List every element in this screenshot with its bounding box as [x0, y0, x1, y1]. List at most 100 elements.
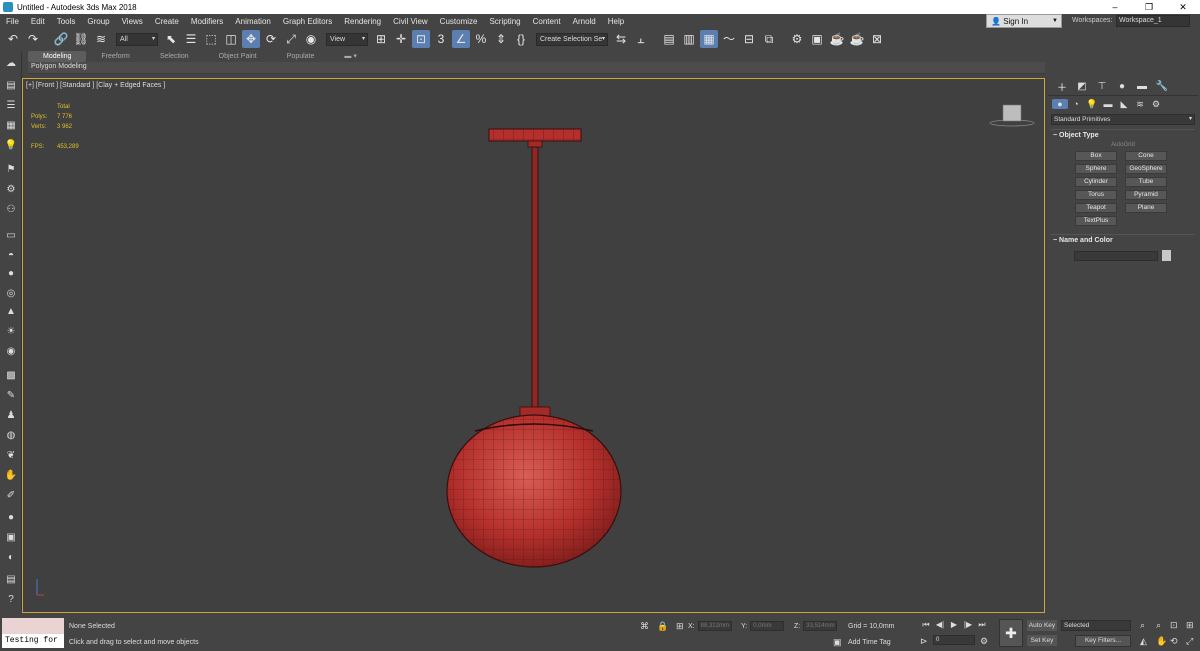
hand-icon[interactable]: ✋	[3, 468, 19, 482]
menu-tools[interactable]: Tools	[51, 17, 82, 26]
zoom-extents-all-icon[interactable]: ⊞	[1186, 620, 1194, 631]
systems-icon[interactable]: ⚙	[1148, 99, 1164, 110]
sign-in-dropdown[interactable]: 👤 Sign In ▼	[986, 14, 1062, 28]
rendered-frame-window-icon[interactable]: ▣	[808, 30, 826, 48]
undo-icon[interactable]: ↶	[4, 30, 22, 48]
align-icon[interactable]: ⫠	[632, 30, 650, 48]
link-icon[interactable]: 🔗	[52, 30, 70, 48]
panel-icon[interactable]: ▤	[3, 572, 19, 586]
menu-group[interactable]: Group	[81, 17, 115, 26]
tab-modeling[interactable]: Modeling	[28, 51, 87, 62]
object-name-field[interactable]	[1074, 250, 1158, 261]
ball-icon[interactable]: ●	[3, 510, 19, 524]
rotate-icon[interactable]: ⟳	[262, 30, 280, 48]
camera-icon[interactable]: ⚑	[3, 162, 19, 176]
helpers-icon[interactable]: ◣	[1116, 99, 1132, 110]
zoom-icon[interactable]: ⌕	[1140, 620, 1145, 631]
menu-content[interactable]: Content	[527, 17, 567, 26]
workspace-dropdown[interactable]: Workspace_1	[1116, 15, 1190, 27]
close-button[interactable]: ✕	[1166, 2, 1200, 13]
selection-filter-dropdown[interactable]: All	[116, 32, 158, 46]
grid-icon[interactable]: ▦	[3, 118, 19, 132]
scale-icon[interactable]: ⤢	[282, 30, 300, 48]
zoom-all-icon[interactable]: ⌕	[1156, 620, 1161, 631]
orbit-icon[interactable]: ⟲	[1170, 636, 1178, 647]
layer-icon[interactable]: ▤	[3, 78, 19, 92]
primitive-category-dropdown[interactable]: Standard Primitives	[1051, 114, 1195, 125]
curve-editor-icon[interactable]: 〜	[720, 30, 738, 48]
toggle-ribbon-icon[interactable]: ▦	[700, 30, 718, 48]
textplus-button[interactable]: TextPlus	[1075, 216, 1117, 226]
named-selection-dropdown[interactable]: Create Selection Se	[536, 32, 608, 46]
minimize-button[interactable]: –	[1098, 2, 1132, 13]
menu-edit[interactable]: Edit	[25, 17, 51, 26]
time-config-icon[interactable]: ⚙	[980, 636, 988, 647]
checker-icon[interactable]: ▩	[3, 368, 19, 382]
angle-snap-icon[interactable]: ∠	[452, 30, 470, 48]
snap-3d-icon[interactable]: 3	[432, 30, 450, 48]
help-icon[interactable]: ?	[3, 592, 19, 606]
box-button[interactable]: Box	[1075, 151, 1117, 161]
play-icon[interactable]: ▶	[947, 620, 961, 630]
maximize-viewport-icon[interactable]: ⤢	[1186, 636, 1193, 647]
y-field[interactable]: 0,0mm	[750, 621, 785, 631]
prev-frame-icon[interactable]: ◀|	[933, 620, 947, 630]
display-tab-icon[interactable]: ▬	[1132, 81, 1152, 92]
maxscript-mini-listener[interactable]: Testing for :	[2, 634, 64, 648]
box-icon[interactable]: ▭	[3, 228, 19, 242]
current-frame-field[interactable]: 0	[933, 635, 975, 645]
geometry-icon[interactable]: ●	[1052, 99, 1068, 109]
hierarchy-tab-icon[interactable]: ⊤	[1092, 81, 1112, 92]
menu-arnold[interactable]: Arnold	[567, 17, 602, 26]
menu-animation[interactable]: Animation	[229, 17, 277, 26]
render-setup-icon[interactable]: ⚙	[788, 30, 806, 48]
lights-icon[interactable]: 💡	[1084, 99, 1100, 110]
cameras-icon[interactable]: ▬	[1100, 99, 1116, 109]
tab-object-paint[interactable]: Object Paint	[204, 51, 272, 62]
pan-icon[interactable]: ✋	[1156, 636, 1167, 647]
motion-tab-icon[interactable]: ●	[1112, 81, 1132, 92]
menu-civil-view[interactable]: Civil View	[387, 17, 434, 26]
manipulate-icon[interactable]: ✛	[392, 30, 410, 48]
material-editor-icon[interactable]: ⧉	[760, 30, 778, 48]
render-icon[interactable]: ◐	[3, 550, 19, 564]
scene-explorer-icon[interactable]: ▤	[660, 30, 678, 48]
fill-icon[interactable]: ▣	[3, 530, 19, 544]
menu-graph-editors[interactable]: Graph Editors	[277, 17, 338, 26]
percent-snap-icon[interactable]: %	[472, 30, 490, 48]
pyramid-button[interactable]: Pyramid	[1125, 190, 1167, 200]
plane-button[interactable]: Plane	[1125, 203, 1167, 213]
helper-icon[interactable]: ⚙	[3, 182, 19, 196]
spacewarp-icon[interactable]: ⚇	[3, 202, 19, 216]
menu-scripting[interactable]: Scripting	[483, 17, 526, 26]
menu-help[interactable]: Help	[602, 17, 630, 26]
maxscript-listener-output[interactable]	[2, 618, 64, 634]
ribbon-sub-label[interactable]: Polygon Modeling	[31, 63, 87, 70]
object-type-rollout[interactable]: − Object Type	[1051, 129, 1195, 141]
place-icon[interactable]: ◉	[302, 30, 320, 48]
spinner-snap-icon[interactable]: ⇕	[492, 30, 510, 48]
globe-icon[interactable]: ◍	[3, 428, 19, 442]
utilities-tab-icon[interactable]: 🔧	[1152, 81, 1172, 92]
add-time-tag[interactable]: Add Time Tag	[848, 639, 891, 646]
menu-customize[interactable]: Customize	[434, 17, 484, 26]
absolute-mode-icon[interactable]: ⊞	[676, 621, 684, 632]
goto-start-icon[interactable]: ⏮	[919, 620, 933, 630]
schematic-view-icon[interactable]: ⊟	[740, 30, 758, 48]
x-field[interactable]: 88,312mm	[697, 621, 732, 631]
front-viewport[interactable]: [+] [Front ] [Standard ] [Clay + Edged F…	[22, 78, 1045, 613]
set-keys-icon[interactable]: ✚	[999, 619, 1023, 647]
menu-views[interactable]: Views	[116, 17, 149, 26]
object-color-swatch[interactable]	[1162, 250, 1171, 261]
mirror-icon[interactable]: ⇆	[612, 30, 630, 48]
move-icon[interactable]: ✥	[242, 30, 260, 48]
geosphere-button[interactable]: GeoSphere	[1125, 164, 1167, 174]
sphere-button[interactable]: Sphere	[1075, 164, 1117, 174]
menu-modifiers[interactable]: Modifiers	[185, 17, 229, 26]
brush-icon[interactable]: ✐	[3, 488, 19, 502]
bind-space-warp-icon[interactable]: ≋	[92, 30, 110, 48]
isolate-selection-icon[interactable]: ⌘	[640, 621, 649, 632]
next-frame-icon[interactable]: |▶	[961, 620, 975, 630]
character-icon[interactable]: ♟	[3, 408, 19, 422]
teapot-button[interactable]: Teapot	[1075, 203, 1117, 213]
